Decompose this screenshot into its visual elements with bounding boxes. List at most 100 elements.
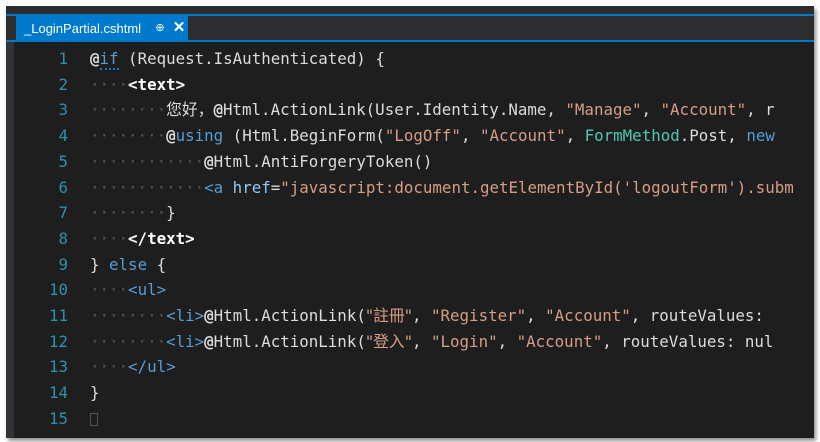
code-line[interactable]: 14} xyxy=(6,380,814,406)
code-content: ········您好，@Html.ActionLink(User.Identit… xyxy=(90,97,775,123)
line-number: 9 xyxy=(58,254,68,274)
code-token: , r xyxy=(746,100,775,120)
line-number: 6 xyxy=(58,177,68,197)
line-number: 4 xyxy=(58,126,68,146)
code-content: ········<li>@Html.ActionLink("註冊", "Regi… xyxy=(90,303,773,329)
code-token: ul xyxy=(137,280,157,300)
code-token: @ xyxy=(166,126,176,146)
code-content: @if (Request.IsAuthenticated) { xyxy=(90,46,385,72)
code-token: @ xyxy=(204,151,214,171)
tab-title: _LoginPartial.cshtml xyxy=(24,20,142,36)
line-number: 12 xyxy=(48,331,68,351)
code-content xyxy=(90,406,98,432)
line-number: 3 xyxy=(58,100,68,120)
code-token: } xyxy=(90,254,110,274)
code-line[interactable]: 4 ········@using (Html.BeginForm("LogOff"… xyxy=(6,123,814,149)
code-token: "LogOff" xyxy=(384,126,461,146)
code-token: "Account" xyxy=(545,306,631,325)
code-token: > xyxy=(166,357,176,377)
code-token: , xyxy=(526,306,546,325)
whitespace-marker: ············ xyxy=(90,151,205,171)
code-line[interactable]: 1 @if (Request.IsAuthenticated) { xyxy=(6,46,814,72)
code-content: ····</text> xyxy=(90,226,195,252)
code-content: ············@Html.AntiForgeryToken() xyxy=(90,149,432,175)
code-line[interactable]: 3 ········您好，@Html.ActionLink(User.Identi… xyxy=(6,97,814,123)
line-number: 11 xyxy=(48,306,68,325)
whitespace-marker: ········ xyxy=(90,331,167,351)
line-number: 1 xyxy=(58,49,68,68)
code-token: Html.AntiForgeryToken() xyxy=(213,151,433,171)
code-token: , xyxy=(641,100,661,120)
code-content: ········} xyxy=(90,200,176,226)
code-token: </text> xyxy=(128,228,195,248)
code-token: "登入" xyxy=(365,331,412,351)
code-line[interactable]: 15 xyxy=(6,406,814,432)
code-token: ul xyxy=(147,357,167,377)
code-token: { xyxy=(147,254,167,274)
code-token: , xyxy=(565,126,585,146)
code-token: "Account" xyxy=(479,126,566,146)
code-token: using xyxy=(175,126,224,146)
code-token: < xyxy=(204,177,214,197)
code-line[interactable]: 5 ············@Html.AntiForgeryToken() xyxy=(6,149,814,175)
whitespace-marker: ········ xyxy=(90,126,167,146)
code-line[interactable]: 6 ············<a href="javascript:documen… xyxy=(6,175,814,201)
code-token: else xyxy=(109,254,148,274)
code-token: , xyxy=(411,306,432,325)
code-token: , xyxy=(497,331,517,351)
code-token: (Html.BeginForm( xyxy=(223,126,385,146)
pin-icon[interactable]: ⊕ xyxy=(154,21,166,35)
line-number: 5 xyxy=(58,151,68,171)
code-token: "javascript:document.getElementById('log… xyxy=(280,177,794,197)
code-line[interactable]: 7 ········} xyxy=(6,200,814,226)
code-content: ········<li>@Html.ActionLink("登入", "Logi… xyxy=(90,329,773,355)
code-token: .Post, xyxy=(679,126,747,146)
whitespace-marker: ···· xyxy=(90,357,129,377)
code-token: "Account" xyxy=(660,100,747,120)
code-token: @ xyxy=(90,49,100,68)
code-token: a xyxy=(213,177,224,197)
code-token: } xyxy=(90,383,100,403)
code-content: ············<a href="javascript:document… xyxy=(90,175,794,201)
whitespace-marker: ········ xyxy=(90,100,167,120)
code-line[interactable]: 8 ····</text> xyxy=(6,226,814,252)
code-token: FormMethod xyxy=(584,126,680,146)
whitespace-marker: ········ xyxy=(90,203,167,223)
editor-window: _LoginPartial.cshtml ⊕ ✕ 1 @if (Request.I… xyxy=(6,6,814,438)
code-line[interactable]: 9} else { xyxy=(6,252,814,278)
code-content: ········@using (Html.BeginForm("LogOff",… xyxy=(90,123,775,149)
code-token: < xyxy=(166,331,176,351)
close-icon[interactable]: ✕ xyxy=(172,20,186,36)
code-editor[interactable]: 1 @if (Request.IsAuthenticated) {2 ····<te… xyxy=(6,42,814,438)
code-token: } xyxy=(166,203,176,223)
line-number: 10 xyxy=(48,280,68,300)
code-line[interactable]: 13 ····</ul> xyxy=(6,354,814,380)
code-line[interactable]: 12 ········<li>@Html.ActionLink("登入", "Lo… xyxy=(6,329,814,355)
code-token: Html.ActionLink( xyxy=(213,306,366,325)
code-token: @ xyxy=(213,100,224,120)
code-token: , routeValues: nul xyxy=(602,331,774,351)
code-token: Html.ActionLink( xyxy=(213,331,366,351)
code-line[interactable]: 10 ····<ul> xyxy=(6,277,814,303)
code-token: > xyxy=(156,280,167,300)
code-token: "Account" xyxy=(516,331,603,351)
line-number: 15 xyxy=(48,408,68,428)
code-token: "註冊" xyxy=(365,306,412,325)
code-token: "Register" xyxy=(431,306,527,325)
code-token: </ xyxy=(128,357,148,377)
code-line[interactable]: 11 ········<li>@Html.ActionLink("註冊", "Re… xyxy=(6,303,814,329)
line-number: 14 xyxy=(48,383,68,403)
code-token: <text> xyxy=(128,74,186,94)
tab-strip: _LoginPartial.cshtml ⊕ ✕ xyxy=(6,6,814,40)
code-token: "Login" xyxy=(431,331,498,351)
code-token: , xyxy=(411,331,432,351)
tab-login-partial[interactable]: _LoginPartial.cshtml ⊕ ✕ xyxy=(16,16,188,40)
code-token: if xyxy=(99,49,119,70)
code-token: , routeValues: xyxy=(630,306,774,325)
end-of-file-marker xyxy=(90,412,98,426)
line-number: 7 xyxy=(58,203,68,223)
code-token: = xyxy=(270,177,281,197)
code-token: , xyxy=(460,126,480,146)
code-token: "Manage" xyxy=(565,100,642,120)
code-line[interactable]: 2 ····<text> xyxy=(6,72,814,98)
